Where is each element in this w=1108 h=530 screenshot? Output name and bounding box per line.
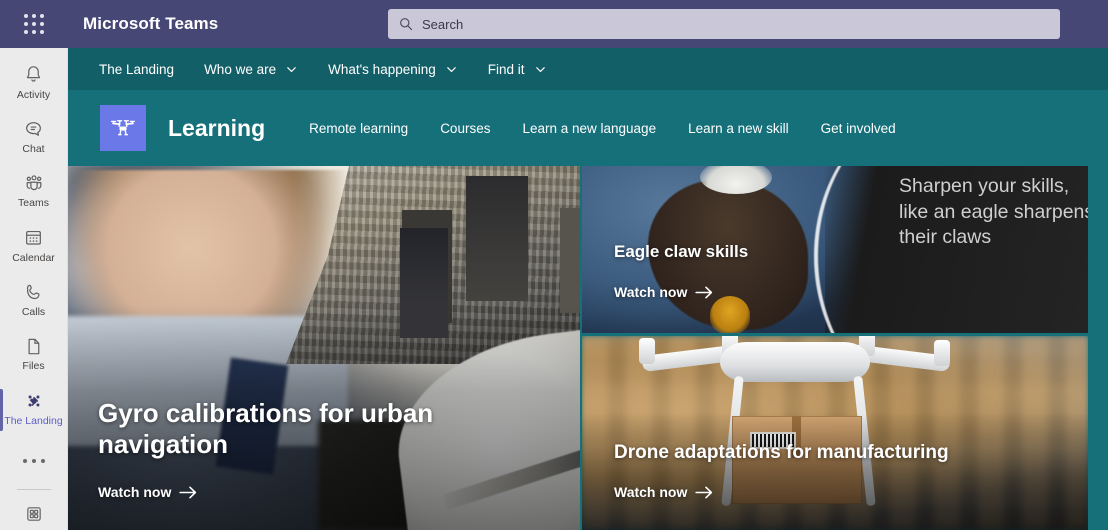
teams-app-window: Microsoft Teams Search Activity Chat Tea… xyxy=(0,0,1108,530)
drone-icon xyxy=(23,390,45,412)
people-icon xyxy=(23,172,45,194)
drone-logo-icon[interactable] xyxy=(100,105,146,151)
card-eagle-claw-skills[interactable]: Eagle claw skills Watch now Sharpen your… xyxy=(582,166,1088,333)
sitenav-item-get-involved[interactable]: Get involved xyxy=(821,121,896,136)
sidebar-item-label: Activity xyxy=(16,88,51,101)
drone-card-overlay xyxy=(582,336,1088,530)
sidebar-item-chat[interactable]: Chat xyxy=(0,110,68,162)
drone-card-watch-now-link[interactable]: Watch now xyxy=(614,484,714,500)
sitenav-item-learn-a-new-skill[interactable]: Learn a new skill xyxy=(688,121,789,136)
topnav-item-the-landing[interactable]: The Landing xyxy=(99,62,174,77)
more-ellipsis-icon[interactable] xyxy=(0,442,68,479)
sidebar-item-label: The Landing xyxy=(4,414,63,427)
feature-card-gyro-calibrations[interactable]: Gyro calibrations for urban navigation W… xyxy=(68,166,580,530)
app-launcher-waffle-icon[interactable] xyxy=(10,0,58,48)
rail-divider xyxy=(16,489,51,491)
sidebar-item-files[interactable]: Files xyxy=(0,327,68,379)
left-app-rail: Activity Chat Teams Calendar Calls Files… xyxy=(0,48,68,530)
arrow-right-icon xyxy=(695,286,714,299)
sidebar-item-the-landing[interactable]: The Landing xyxy=(0,382,68,434)
sidebar-item-label: Files xyxy=(22,360,45,373)
file-icon xyxy=(23,335,44,357)
app-body: Activity Chat Teams Calendar Calls Files… xyxy=(0,48,1108,530)
sidebar-item-activity[interactable]: Activity xyxy=(0,56,68,108)
drone-card-title: Drone adaptations for manufacturing xyxy=(614,442,949,463)
bell-icon xyxy=(23,64,44,86)
search-bar[interactable]: Search xyxy=(388,9,1060,39)
sitenav-item-learn-a-new-language[interactable]: Learn a new language xyxy=(522,121,656,136)
app-title: Microsoft Teams xyxy=(83,14,219,33)
sidebar-item-calls[interactable]: Calls xyxy=(0,273,68,325)
sidebar-item-calendar[interactable]: Calendar xyxy=(0,219,68,271)
site-content: The Landing Who we are What's happening … xyxy=(68,48,1108,530)
sidebar-item-label: Teams xyxy=(18,197,49,210)
search-placeholder: Search xyxy=(422,16,464,32)
phone-icon xyxy=(23,281,44,303)
sitenav-item-remote-learning[interactable]: Remote learning xyxy=(309,121,408,136)
chevron-down-icon xyxy=(445,63,458,76)
feature-card-title: Gyro calibrations for urban navigation xyxy=(98,398,434,459)
search-input[interactable]: Search xyxy=(388,9,1060,39)
eagle-card-watch-now-link[interactable]: Watch now xyxy=(614,284,714,300)
topnav-item-label: Find it xyxy=(487,61,525,77)
chevron-down-icon xyxy=(285,63,298,76)
feature-card-watch-now-link[interactable]: Watch now xyxy=(98,484,198,500)
eagle-card-title: Eagle claw skills xyxy=(614,242,749,261)
card-drone-adaptations[interactable]: Drone adaptations for manufacturing Watc… xyxy=(582,336,1088,530)
feature-card-overlay xyxy=(68,166,580,530)
hero-side-column: Eagle claw skills Watch now Sharpen your… xyxy=(582,166,1088,530)
topnav-item-who-we-are[interactable]: Who we are xyxy=(204,62,298,77)
topnav-item-label: What's happening xyxy=(328,61,436,77)
topnav-item-label: The Landing xyxy=(99,61,175,77)
search-icon xyxy=(399,17,413,31)
arrow-right-icon xyxy=(695,486,714,499)
arrow-right-icon xyxy=(179,486,198,499)
site-navigation: Remote learning Courses Learn a new lang… xyxy=(309,121,928,136)
eagle-card-quote: Sharpen your skills, like an eagle sharp… xyxy=(899,175,1088,249)
sidebar-item-label: Calls xyxy=(21,306,46,319)
sidebar-item-label: Chat xyxy=(22,143,45,156)
topnav-item-whats-happening[interactable]: What's happening xyxy=(328,62,458,77)
sitenav-item-courses[interactable]: Courses xyxy=(440,121,490,136)
chat-bubble-icon xyxy=(23,118,44,140)
site-top-navigation: The Landing Who we are What's happening … xyxy=(68,48,1108,90)
topnav-item-find-it[interactable]: Find it xyxy=(488,62,547,77)
sidebar-item-label: Calendar xyxy=(12,251,55,264)
feature-card-cta-label: Watch now xyxy=(98,484,172,500)
sidebar-item-teams[interactable]: Teams xyxy=(0,165,68,217)
hero-news-grid: Gyro calibrations for urban navigation W… xyxy=(68,166,1108,530)
calendar-icon xyxy=(23,227,44,249)
chevron-down-icon xyxy=(534,63,547,76)
topnav-item-label: Who we are xyxy=(204,61,277,77)
teams-title-bar: Microsoft Teams Search xyxy=(0,0,1108,48)
site-title[interactable]: Learning xyxy=(168,115,265,142)
apps-grid-icon[interactable] xyxy=(0,498,68,530)
eagle-card-cta-label: Watch now xyxy=(614,284,688,300)
eagle-talon xyxy=(710,296,750,333)
drone-card-cta-label: Watch now xyxy=(614,484,688,500)
site-header: Learning Remote learning Courses Learn a… xyxy=(68,90,1108,166)
